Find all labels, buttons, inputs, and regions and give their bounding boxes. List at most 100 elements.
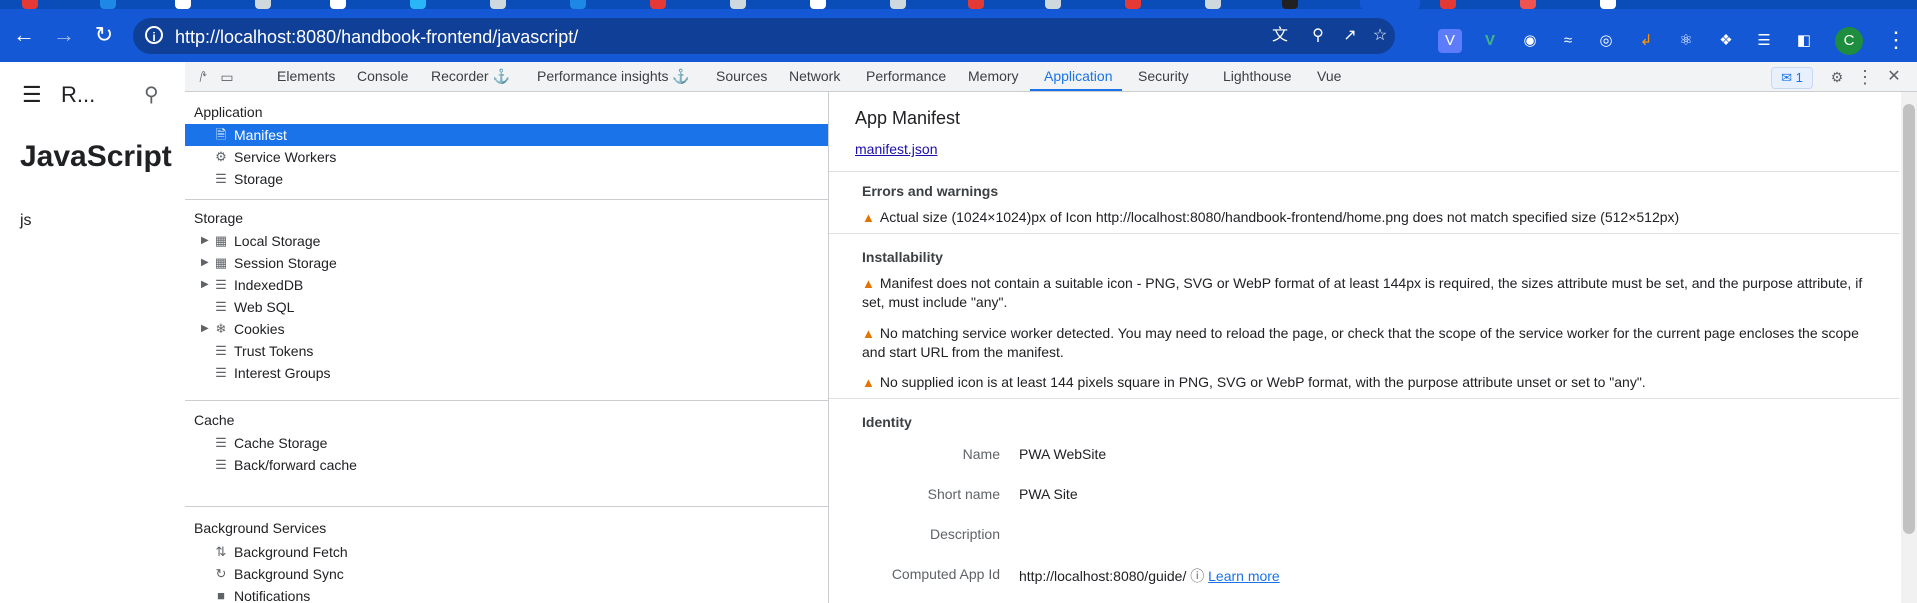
sidebar-item-background-sync[interactable]: ↻ Background Sync bbox=[185, 563, 828, 585]
expand-arrow-icon[interactable]: ▶ bbox=[201, 230, 209, 252]
extensions-puzzle-icon[interactable]: ❖ bbox=[1714, 29, 1738, 53]
zoom-icon[interactable]: ⚲ bbox=[1306, 26, 1330, 46]
sidebar-item-manifest[interactable]: 🗎 Manifest bbox=[185, 124, 828, 146]
sidebar-item-back-forward-cache[interactable]: ☰ Back/forward cache bbox=[185, 454, 828, 476]
extension-wave-icon[interactable]: ≈ bbox=[1556, 29, 1580, 53]
sidebar-item-cache-storage[interactable]: ☰ Cache Storage bbox=[185, 432, 828, 454]
tab[interactable] bbox=[490, 0, 506, 9]
tab[interactable] bbox=[890, 0, 906, 9]
tab[interactable] bbox=[330, 0, 346, 9]
back-icon[interactable]: ← bbox=[10, 21, 38, 49]
address-url[interactable]: http://localhost:8080/handbook-frontend/… bbox=[175, 27, 578, 48]
search-icon[interactable]: ⚲ bbox=[144, 82, 159, 107]
sidebar-item-notifications[interactable]: ■ Notifications bbox=[185, 585, 828, 603]
warning-icon: ▲ bbox=[862, 276, 875, 291]
sidebar-item-indexeddb[interactable]: ▶ ☰ IndexedDB bbox=[185, 274, 828, 296]
sidebar-item-local-storage[interactable]: ▶ ▦ Local Storage bbox=[185, 230, 828, 252]
tab[interactable] bbox=[730, 0, 746, 9]
manifest-title: App Manifest bbox=[855, 108, 961, 128]
react-devtools-icon[interactable]: ⚛ bbox=[1674, 29, 1698, 53]
tab[interactable] bbox=[410, 0, 426, 9]
forward-icon[interactable]: → bbox=[50, 21, 78, 49]
sidebar-item-interest-groups[interactable]: ☰ Interest Groups bbox=[185, 362, 828, 384]
settings-gear-icon[interactable]: ⚙ bbox=[1828, 68, 1846, 86]
expand-arrow-icon[interactable]: ▶ bbox=[201, 274, 209, 296]
browser-chrome: ← → ↻ i http://localhost:8080/handbook-f… bbox=[0, 0, 1917, 62]
globe-icon[interactable]: ◎ bbox=[1594, 29, 1618, 53]
tab[interactable] bbox=[1125, 0, 1141, 9]
tab[interactable] bbox=[1282, 0, 1298, 9]
tab-recorder[interactable]: Recorder ⚓ bbox=[431, 68, 510, 85]
tab-network[interactable]: Network bbox=[789, 68, 840, 84]
sidebar-item-cookies[interactable]: ▶ ❄ Cookies bbox=[185, 318, 828, 340]
inspect-element-icon[interactable]: ⭚ bbox=[194, 68, 212, 86]
tab-lighthouse[interactable]: Lighthouse bbox=[1223, 68, 1292, 84]
sidebar-item-background-fetch[interactable]: ⇅ Background Fetch bbox=[185, 541, 828, 563]
tab[interactable] bbox=[1520, 0, 1536, 9]
side-panel-icon[interactable]: ◧ bbox=[1792, 29, 1816, 53]
reading-list-icon[interactable]: ☰ bbox=[1752, 29, 1776, 53]
computed-app-id-label: Computed App Id bbox=[891, 566, 1000, 582]
tab[interactable] bbox=[968, 0, 984, 9]
table-grid-icon: ▦ bbox=[214, 233, 228, 248]
profile-avatar[interactable]: C bbox=[1835, 27, 1863, 55]
sidebar-item-session-storage[interactable]: ▶ ▦ Session Storage bbox=[185, 252, 828, 274]
issues-icon: ✉ bbox=[1781, 70, 1793, 85]
sidebar-item-service-workers[interactable]: ⚙ Service Workers bbox=[185, 146, 828, 168]
tab[interactable] bbox=[175, 0, 191, 9]
device-toolbar-icon[interactable]: ▭ bbox=[218, 68, 236, 86]
tab-application[interactable]: Application bbox=[1044, 68, 1113, 84]
learn-more-link[interactable]: Learn more bbox=[1208, 568, 1280, 584]
address-bar[interactable]: i http://localhost:8080/handbook-fronten… bbox=[133, 18, 1395, 54]
vue-devtools-icon[interactable]: V bbox=[1478, 29, 1502, 53]
devtools-menu-icon[interactable]: ⋮ bbox=[1856, 68, 1874, 86]
tab[interactable] bbox=[1440, 0, 1456, 9]
tab-strip[interactable] bbox=[0, 0, 1917, 9]
manifest-link[interactable]: manifest.json bbox=[855, 141, 937, 157]
warning-text: Manifest does not contain a suitable ico… bbox=[862, 275, 1863, 310]
menu-icon[interactable]: ☰ bbox=[22, 84, 42, 106]
scrollbar-thumb[interactable] bbox=[1903, 104, 1915, 534]
tab-performance[interactable]: Performance bbox=[866, 68, 946, 84]
tab[interactable] bbox=[22, 0, 38, 9]
sidebar-item-web-sql[interactable]: ☰ Web SQL bbox=[185, 296, 828, 318]
extension-v-icon[interactable]: V bbox=[1438, 29, 1462, 53]
tab-console[interactable]: Console bbox=[357, 68, 408, 84]
bookmark-star-icon[interactable]: ☆ bbox=[1368, 26, 1392, 46]
tab[interactable] bbox=[650, 0, 666, 9]
extension-flag-icon[interactable]: ↲ bbox=[1634, 29, 1658, 53]
expand-arrow-icon[interactable]: ▶ bbox=[201, 318, 209, 340]
tab[interactable] bbox=[1205, 0, 1221, 9]
tab[interactable] bbox=[1045, 0, 1061, 9]
tab-active[interactable] bbox=[1360, 0, 1420, 9]
tab-security[interactable]: Security bbox=[1138, 68, 1189, 84]
experiment-flask-icon: ⚓ bbox=[492, 68, 510, 84]
site-title[interactable]: R... bbox=[61, 82, 95, 108]
expand-arrow-icon[interactable]: ▶ bbox=[201, 252, 209, 274]
translate-icon[interactable]: 文 bbox=[1268, 26, 1292, 46]
tab[interactable] bbox=[255, 0, 271, 9]
tab-sources[interactable]: Sources bbox=[716, 68, 767, 84]
tab-elements[interactable]: Elements bbox=[277, 68, 335, 84]
issues-counter[interactable]: ✉ 1 bbox=[1771, 67, 1813, 89]
close-icon[interactable]: ✕ bbox=[1885, 68, 1903, 86]
tab[interactable] bbox=[570, 0, 586, 9]
application-sidebar: Application 🗎 Manifest ⚙ Service Workers… bbox=[185, 92, 829, 603]
tab[interactable] bbox=[1600, 0, 1616, 9]
reload-icon[interactable]: ↻ bbox=[90, 21, 118, 49]
tab[interactable] bbox=[810, 0, 826, 9]
camera-icon[interactable]: ◉ bbox=[1518, 29, 1542, 53]
tab-performance-insights[interactable]: Performance insights ⚓ bbox=[537, 68, 690, 85]
tab-memory[interactable]: Memory bbox=[968, 68, 1019, 84]
site-info-icon[interactable]: i bbox=[145, 26, 163, 44]
tab-vue[interactable]: Vue bbox=[1317, 68, 1341, 84]
chrome-menu-icon[interactable]: ⋮ bbox=[1885, 25, 1907, 55]
sidebar-item-label: Manifest bbox=[234, 127, 287, 143]
share-icon[interactable]: ↗ bbox=[1338, 26, 1362, 46]
sidebar-item-trust-tokens[interactable]: ☰ Trust Tokens bbox=[185, 340, 828, 362]
tab[interactable] bbox=[100, 0, 116, 9]
warning-text: No matching service worker detected. You… bbox=[862, 325, 1859, 360]
manifest-scrollbar[interactable] bbox=[1901, 92, 1917, 603]
sidebar-item-storage[interactable]: ☰ Storage bbox=[185, 168, 828, 190]
sidebar-item-label: Web SQL bbox=[234, 299, 295, 315]
